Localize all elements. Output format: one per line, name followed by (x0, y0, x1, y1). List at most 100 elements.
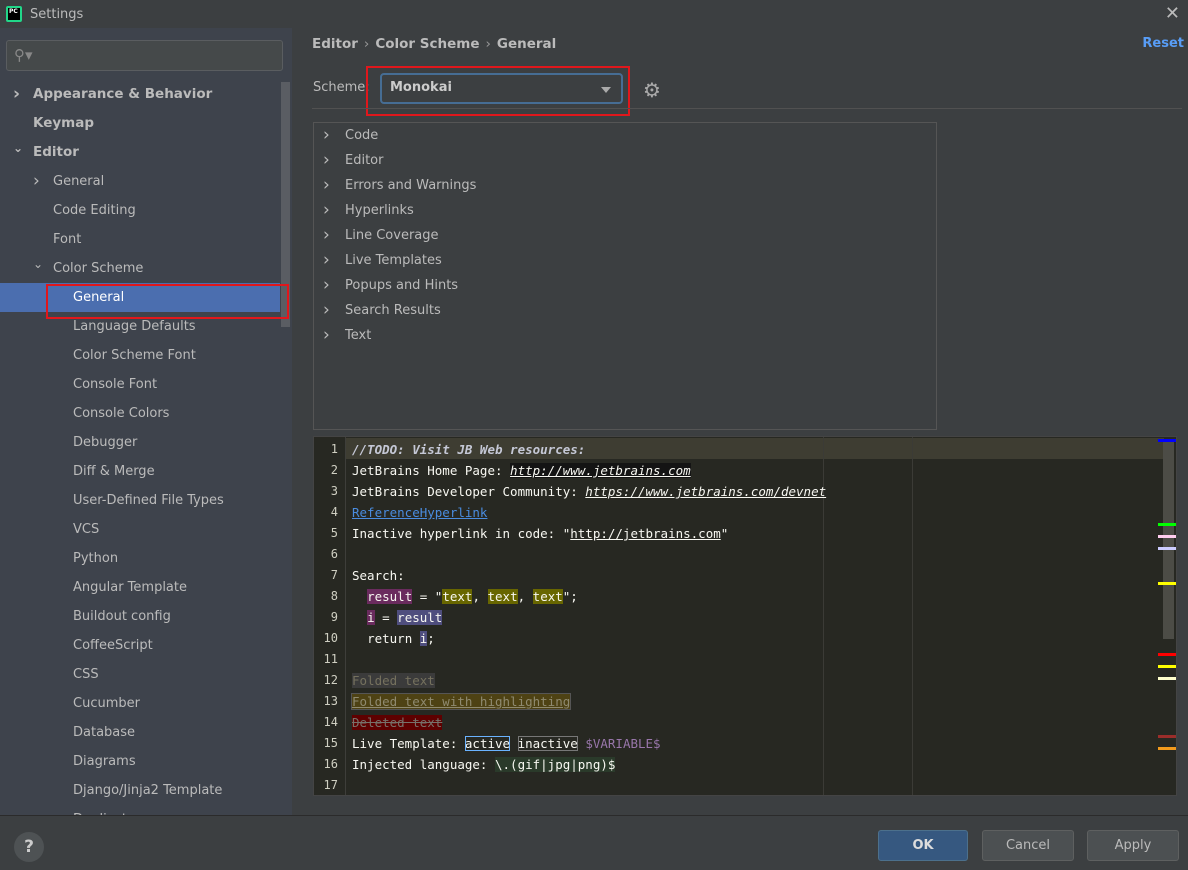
chevron-right-icon[interactable]: › (323, 198, 330, 223)
code-text: return (367, 631, 420, 646)
category-item[interactable]: › Live Templates (314, 248, 936, 273)
sidebar-item[interactable]: Debugger (0, 428, 280, 457)
chevron-right-icon[interactable]: › (33, 167, 40, 196)
category-item[interactable]: › Hyperlinks (314, 198, 936, 223)
error-stripe-mark[interactable] (1158, 523, 1176, 526)
code-text: JetBrains Developer Community: (352, 484, 586, 499)
cancel-button[interactable]: Cancel (982, 830, 1074, 861)
chevron-right-icon[interactable]: › (323, 273, 330, 298)
breadcrumb-item: Color Scheme (375, 36, 480, 52)
chevron-right-icon[interactable]: › (323, 323, 330, 348)
close-icon[interactable]: ✕ (1165, 3, 1180, 24)
sidebar-item-label: CSS (73, 667, 99, 682)
category-item[interactable]: › Editor (314, 148, 936, 173)
code-token-write: i (367, 610, 375, 625)
sidebar-item[interactable]: ⌄ Editor (0, 138, 280, 167)
line-gutter: 1 2 3 4 5 6 7 8 9 10 11 12 13 14 15 16 17 (314, 437, 346, 795)
code-token-todo: //TODO: Visit JB Web resources: (352, 442, 586, 457)
sidebar-item[interactable]: Django/Jinja2 Template (0, 776, 280, 805)
sidebar-item[interactable]: CoffeeScript (0, 631, 280, 660)
sidebar-item[interactable]: › General (0, 167, 280, 196)
code-token-folded: Folded text (352, 673, 435, 688)
gear-icon[interactable]: ⚙ (643, 78, 661, 102)
sidebar-item[interactable]: Color Scheme Font (0, 341, 280, 370)
code-text: Live Template: (352, 736, 465, 751)
sidebar-item-label: Console Colors (73, 406, 170, 421)
error-stripe-mark[interactable] (1158, 582, 1176, 585)
chevron-right-icon[interactable]: › (13, 80, 20, 109)
editor-scrollbar[interactable] (1163, 439, 1174, 639)
sidebar-item-label: Cucumber (73, 696, 140, 711)
reset-link[interactable]: Reset (1142, 36, 1184, 51)
code-text: " (720, 526, 729, 541)
category-item[interactable]: › Text (314, 323, 936, 348)
sidebar-item[interactable]: Angular Template (0, 573, 280, 602)
sidebar-item[interactable]: Buildout config (0, 602, 280, 631)
preview-editor[interactable]: 1 2 3 4 5 6 7 8 9 10 11 12 13 14 15 16 17 //TODO: Visit … (313, 436, 1177, 796)
line-number: 17 (323, 778, 338, 792)
code-token-link: https://www.jetbrains.com/devnet (585, 484, 827, 499)
chevron-right-icon[interactable]: › (323, 123, 330, 148)
category-item[interactable]: › Line Coverage (314, 223, 936, 248)
search-input[interactable]: ⚲▾ (6, 40, 283, 71)
chevron-down-icon[interactable]: ⌄ (13, 134, 23, 163)
sidebar-item[interactable]: ⌄ Color Scheme (0, 254, 280, 283)
breadcrumb-separator: › (363, 36, 370, 52)
chevron-right-icon[interactable]: › (323, 173, 330, 198)
sidebar-item[interactable]: VCS (0, 515, 280, 544)
line-number: 12 (323, 673, 338, 687)
code-line: //TODO: Visit JB Web resources: (352, 439, 585, 460)
error-stripe-mark[interactable] (1158, 747, 1176, 750)
sidebar-item[interactable]: Python (0, 544, 280, 573)
right-margin-guide (912, 437, 913, 795)
error-stripe-mark[interactable] (1158, 665, 1176, 668)
sidebar-item-label: Console Font (73, 377, 158, 392)
code-token-link2: http://www.jetbrains.com (510, 463, 691, 478)
line-number: 6 (330, 547, 338, 561)
error-stripe-mark[interactable] (1158, 547, 1176, 550)
error-stripe-mark[interactable] (1158, 735, 1176, 738)
chevron-right-icon[interactable]: › (323, 148, 330, 173)
error-stripe-mark[interactable] (1158, 677, 1176, 680)
sidebar-item-label: Code Editing (53, 203, 136, 218)
chevron-right-icon[interactable]: › (323, 223, 330, 248)
help-button[interactable]: ? (14, 832, 44, 862)
line-number: 13 (323, 694, 338, 708)
line-number: 1 (330, 442, 338, 456)
error-stripe-mark[interactable] (1158, 439, 1176, 442)
ok-button[interactable]: OK (878, 830, 968, 861)
sidebar-item-label: Angular Template (73, 580, 187, 595)
sidebar-item[interactable]: Duplicates (0, 805, 280, 815)
sidebar-item[interactable]: User-Defined File Types (0, 486, 280, 515)
code-token-find: text (487, 589, 518, 604)
sidebar-item[interactable]: Console Font (0, 370, 280, 399)
chevron-down-icon[interactable]: ⌄ (33, 250, 43, 279)
category-item[interactable]: › Errors and Warnings (314, 173, 936, 198)
category-item[interactable]: › Popups and Hints (314, 273, 936, 298)
chevron-right-icon[interactable]: › (323, 298, 330, 323)
error-stripe-mark[interactable] (1158, 653, 1176, 656)
sidebar-item[interactable]: Diff & Merge (0, 457, 280, 486)
sidebar-item[interactable]: Keymap (0, 109, 280, 138)
code-token-inj: \.(gif|jpg|png)$ (495, 757, 616, 772)
category-item[interactable]: › Search Results (314, 298, 936, 323)
sidebar-item[interactable]: Code Editing (0, 196, 280, 225)
sidebar-item-label: General (53, 174, 105, 189)
chevron-right-icon[interactable]: › (323, 248, 330, 273)
sidebar-item[interactable]: Diagrams (0, 747, 280, 776)
sidebar-item[interactable]: › Appearance & Behavior (0, 80, 280, 109)
error-stripe-mark[interactable] (1158, 535, 1176, 538)
sidebar-item[interactable]: CSS (0, 660, 280, 689)
category-item[interactable]: › Code (314, 123, 936, 148)
category-label: Editor (345, 153, 384, 168)
dialog-footer: ? OK Cancel Apply (0, 815, 1188, 870)
apply-button[interactable]: Apply (1087, 830, 1179, 861)
code-line: Inactive hyperlink in code: "http://jetb… (352, 523, 728, 544)
sidebar-item-label: VCS (73, 522, 100, 537)
sidebar-item[interactable]: Database (0, 718, 280, 747)
sidebar-item-label: Python (73, 551, 119, 566)
sidebar-item[interactable]: Cucumber (0, 689, 280, 718)
category-label: Text (345, 328, 372, 343)
sidebar-item[interactable]: Console Colors (0, 399, 280, 428)
